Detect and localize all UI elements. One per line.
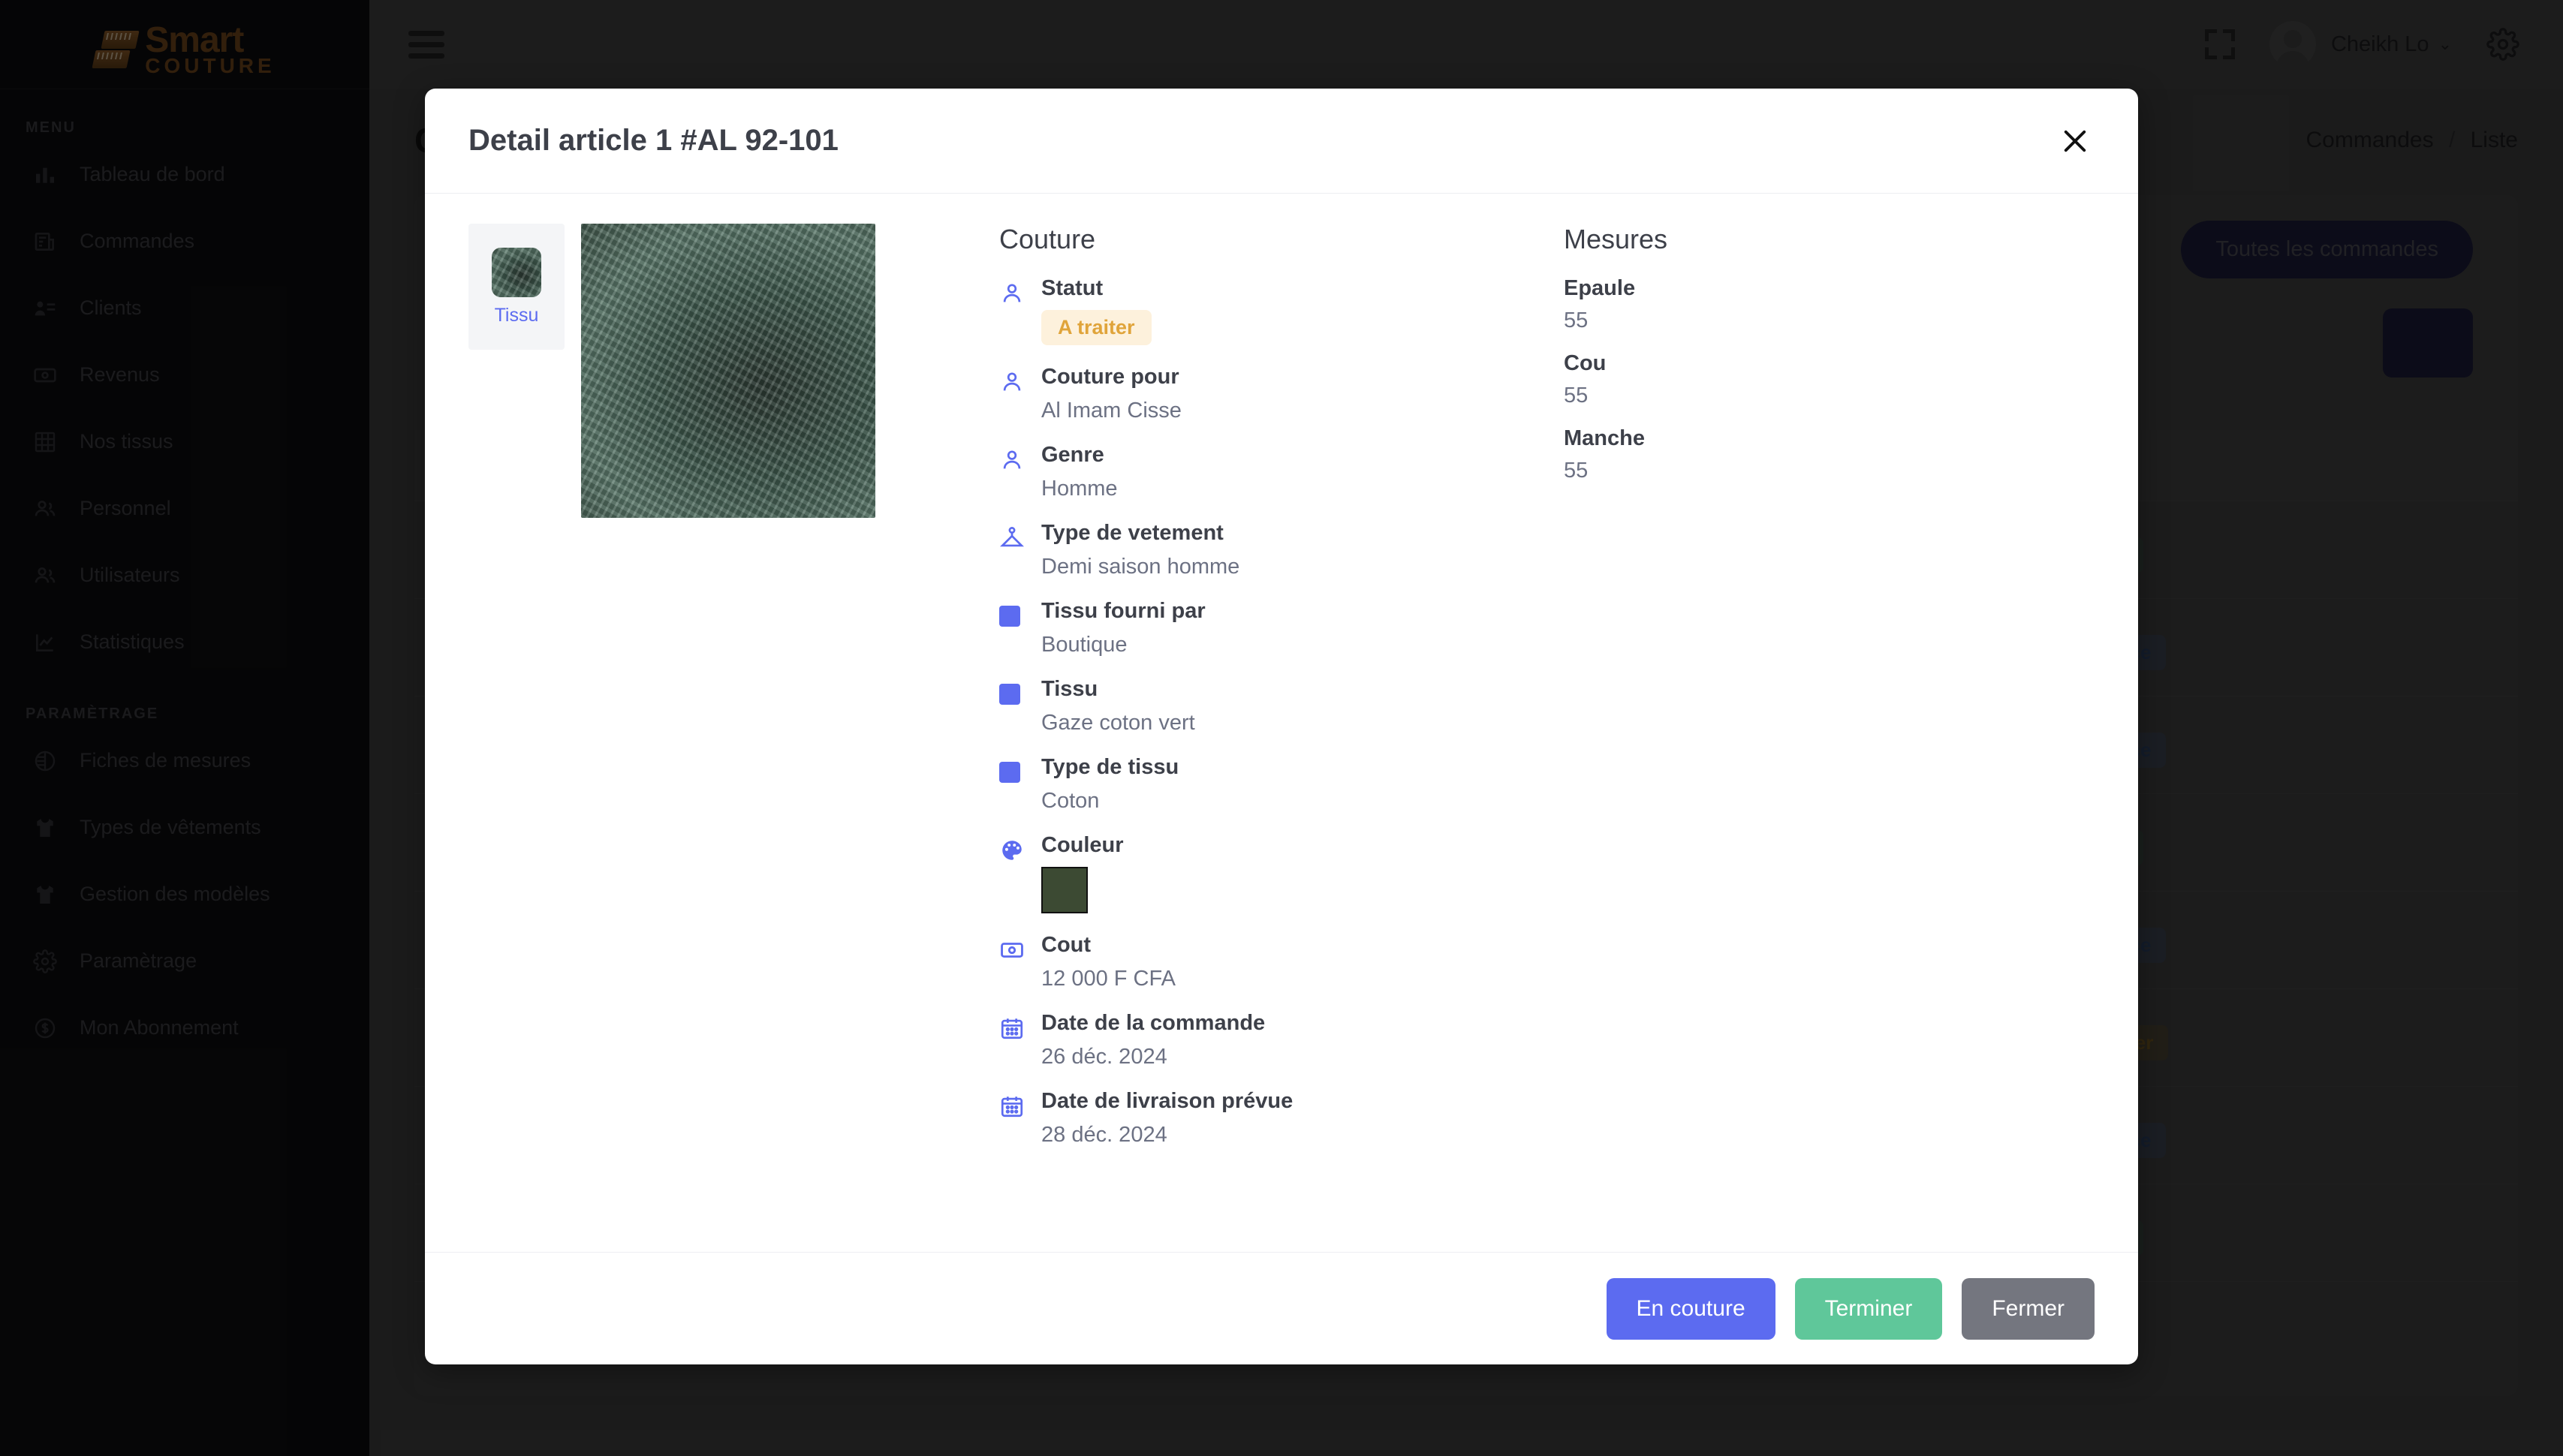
couture-field: Couture pour Al Imam Cisse bbox=[999, 365, 1525, 423]
close-icon[interactable] bbox=[2056, 122, 2095, 161]
couture-section: Couture Statut A traiter Couture pour Al Im… bbox=[999, 224, 1525, 1252]
square-icon bbox=[999, 603, 1025, 627]
couture-field-text: Type de tissu Coton bbox=[1041, 755, 1179, 814]
couture-field-label: Tissu bbox=[1041, 677, 1195, 702]
couture-field-value: Boutique bbox=[1041, 633, 1206, 657]
color-swatch bbox=[1041, 867, 1088, 913]
couture-section-title: Couture bbox=[999, 224, 1525, 255]
couture-field-text: Couleur bbox=[1041, 833, 1124, 913]
couture-field-text: Tissu fourni par Boutique bbox=[1041, 599, 1206, 657]
fabric-thumbnail-image bbox=[492, 248, 541, 297]
couture-field-text: Type de vetement Demi saison homme bbox=[1041, 521, 1239, 579]
couture-field-label: Date de la commande bbox=[1041, 1011, 1265, 1036]
couture-field: Date de la commande 26 déc. 2024 bbox=[999, 1011, 1525, 1069]
couture-field-label: Genre bbox=[1041, 443, 1118, 468]
mesure-value: 55 bbox=[1564, 459, 1954, 483]
couture-field: Cout 12 000 F CFA bbox=[999, 933, 1525, 991]
article-detail-modal: Detail article 1 #AL 92-101 Tissu Coutur… bbox=[425, 89, 2138, 1364]
mesure-value: 55 bbox=[1564, 308, 1954, 333]
couture-field-label: Couleur bbox=[1041, 833, 1124, 858]
modal-title: Detail article 1 #AL 92-101 bbox=[468, 124, 839, 158]
app-root: Smart COUTURE MENU Tableau de bord Comma… bbox=[0, 0, 2563, 1456]
couture-field-text: Date de livraison prévue 28 déc. 2024 bbox=[1041, 1089, 1293, 1148]
couture-field: Tissu Gaze coton vert bbox=[999, 677, 1525, 736]
couture-field-label: Couture pour bbox=[1041, 365, 1182, 390]
couture-field: Statut A traiter bbox=[999, 276, 1525, 345]
couture-field-text: Couture pour Al Imam Cisse bbox=[1041, 365, 1182, 423]
calendar-icon bbox=[999, 1015, 1025, 1041]
status-badge: A traiter bbox=[1041, 310, 1152, 345]
mesures-list: Epaule 55 Cou 55 Manche 55 bbox=[1564, 276, 1954, 483]
en-couture-button[interactable]: En couture bbox=[1607, 1278, 1775, 1340]
couture-field-value: 26 déc. 2024 bbox=[1041, 1045, 1265, 1069]
thumbnail-list: Tissu bbox=[468, 224, 565, 1252]
modal-body: Tissu Couture Statut A traiter Couture pou… bbox=[425, 194, 2138, 1252]
mesure-item: Manche 55 bbox=[1564, 426, 1954, 483]
mesure-label: Cou bbox=[1564, 351, 1954, 376]
couture-field-label: Type de tissu bbox=[1041, 755, 1179, 780]
mesure-label: Epaule bbox=[1564, 276, 1954, 301]
mesure-label: Manche bbox=[1564, 426, 1954, 451]
mesures-section: Mesures Epaule 55 Cou 55 Manche 55 bbox=[1564, 224, 1954, 1252]
fermer-button[interactable]: Fermer bbox=[1962, 1278, 2095, 1340]
couture-field-label: Statut bbox=[1041, 276, 1152, 301]
couture-field-label: Type de vetement bbox=[1041, 521, 1239, 546]
couture-field-value: 28 déc. 2024 bbox=[1041, 1123, 1293, 1148]
mesure-item: Cou 55 bbox=[1564, 351, 1954, 408]
fabric-main-image bbox=[581, 224, 875, 518]
person-icon bbox=[999, 369, 1025, 395]
couture-field-value: Coton bbox=[1041, 789, 1179, 814]
banknote-icon bbox=[999, 937, 1025, 963]
couture-field-value: Demi saison homme bbox=[1041, 555, 1239, 579]
palette-icon bbox=[999, 838, 1025, 863]
hanger-icon bbox=[999, 525, 1025, 551]
square-icon bbox=[999, 681, 1025, 705]
couture-field-label: Tissu fourni par bbox=[1041, 599, 1206, 624]
couture-field-text: Statut A traiter bbox=[1041, 276, 1152, 345]
couture-field-list: Statut A traiter Couture pour Al Imam Cisse… bbox=[999, 276, 1525, 1148]
mesures-section-title: Mesures bbox=[1564, 224, 1954, 255]
modal-footer: En couture Terminer Fermer bbox=[425, 1252, 2138, 1364]
person-icon bbox=[999, 281, 1025, 306]
couture-field: Type de tissu Coton bbox=[999, 755, 1525, 814]
couture-field-value: Homme bbox=[1041, 477, 1118, 501]
couture-field: Type de vetement Demi saison homme bbox=[999, 521, 1525, 579]
couture-field-label: Cout bbox=[1041, 933, 1176, 958]
couture-field-label: Date de livraison prévue bbox=[1041, 1089, 1293, 1114]
thumbnail-item-tissu[interactable]: Tissu bbox=[468, 224, 565, 350]
couture-field-text: Tissu Gaze coton vert bbox=[1041, 677, 1195, 736]
person-icon bbox=[999, 447, 1025, 473]
terminer-button[interactable]: Terminer bbox=[1795, 1278, 1943, 1340]
couture-field: Couleur bbox=[999, 833, 1525, 913]
mesure-value: 55 bbox=[1564, 384, 1954, 408]
couture-field: Date de livraison prévue 28 déc. 2024 bbox=[999, 1089, 1525, 1148]
couture-field-text: Cout 12 000 F CFA bbox=[1041, 933, 1176, 991]
main-image-container bbox=[581, 224, 875, 1252]
thumbnail-label: Tissu bbox=[495, 305, 539, 326]
couture-field: Genre Homme bbox=[999, 443, 1525, 501]
modal-header: Detail article 1 #AL 92-101 bbox=[425, 89, 2138, 194]
couture-field: Tissu fourni par Boutique bbox=[999, 599, 1525, 657]
mesure-item: Epaule 55 bbox=[1564, 276, 1954, 333]
couture-field-value: 12 000 F CFA bbox=[1041, 967, 1176, 991]
calendar-icon bbox=[999, 1094, 1025, 1119]
couture-field-value: Al Imam Cisse bbox=[1041, 399, 1182, 423]
couture-field-text: Genre Homme bbox=[1041, 443, 1118, 501]
couture-field-value: Gaze coton vert bbox=[1041, 711, 1195, 736]
couture-field-text: Date de la commande 26 déc. 2024 bbox=[1041, 1011, 1265, 1069]
square-icon bbox=[999, 760, 1025, 783]
